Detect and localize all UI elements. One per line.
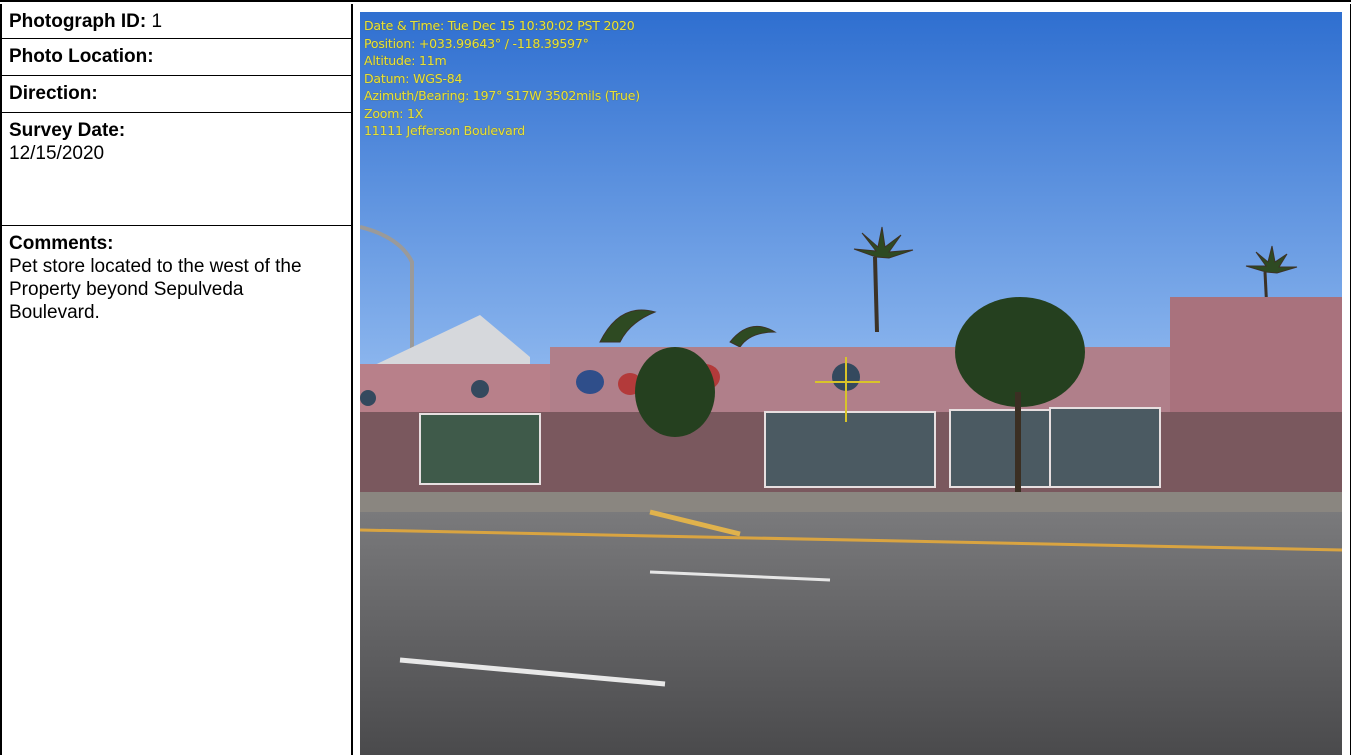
survey-date-value: 12/15/2020	[9, 143, 105, 164]
photo-info-column: Photograph ID: 1 Photo Location: Directi…	[0, 4, 352, 755]
photo-frame: Date & Time: Tue Dec 15 10:30:02 PST 202…	[352, 4, 1351, 755]
comments-value: Pet store located to the west of the Pro…	[9, 256, 302, 323]
comments-label: Comments:	[9, 233, 114, 254]
photo-location-cell: Photo Location:	[2, 39, 351, 76]
overlay-address: 11111 Jefferson Boulevard	[364, 123, 526, 138]
overlay-datetime: Date & Time: Tue Dec 15 10:30:02 PST 202…	[364, 18, 635, 33]
direction-label: Direction:	[9, 83, 98, 104]
survey-date-cell: Survey Date: 12/15/2020	[2, 113, 351, 226]
gps-overlay: Date & Time: Tue Dec 15 10:30:02 PST 202…	[364, 17, 640, 140]
photo-log-page: Photograph ID: 1 Photo Location: Directi…	[0, 0, 1351, 755]
overlay-datum: Datum: WGS-84	[364, 70, 463, 86]
overlay-position: Position: +033.99643° / -118.39597°	[364, 35, 589, 51]
storefront-windows	[419, 407, 1161, 488]
overlay-altitude: Altitude: 11m	[364, 53, 447, 68]
direction-cell: Direction:	[2, 76, 351, 113]
survey-date-label: Survey Date:	[9, 120, 126, 141]
comments-cell: Comments: Pet store located to the west …	[2, 226, 351, 755]
photograph-id-value: 1	[151, 11, 163, 32]
photo-location-label: Photo Location:	[9, 46, 154, 67]
site-photograph: Date & Time: Tue Dec 15 10:30:02 PST 202…	[360, 12, 1342, 755]
photograph-id-label: Photograph ID:	[9, 11, 147, 32]
photograph-id-cell: Photograph ID: 1	[2, 4, 351, 39]
sidewalk	[360, 492, 1342, 512]
overlay-zoom: Zoom: 1X	[364, 105, 424, 121]
overlay-azimuth: Azimuth/Bearing: 197° S17W 3502mils (Tru…	[364, 88, 640, 103]
